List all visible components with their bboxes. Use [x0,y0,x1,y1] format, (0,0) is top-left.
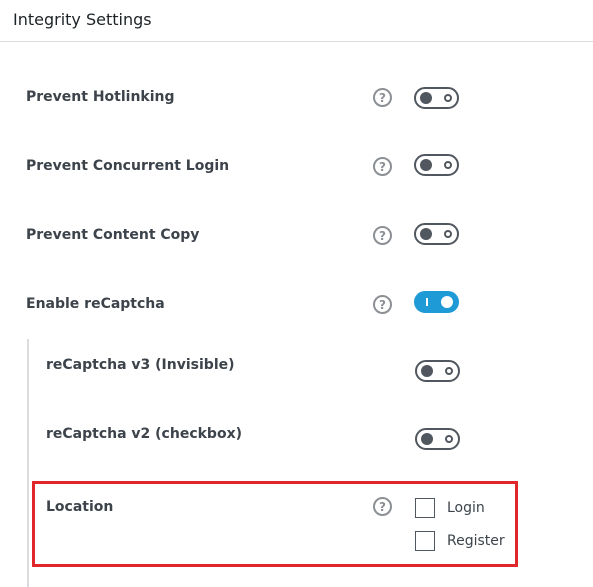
recaptcha-v2-label: reCaptcha v2 (checkbox) [46,426,242,442]
toggle-off-indicator [444,94,452,102]
prevent-concurrent-login-help-icon[interactable]: ? [373,157,392,176]
toggle-off-indicator [444,230,452,238]
register-checkbox-label: Register [447,533,505,549]
toggle-knob [421,365,433,377]
register-checkbox[interactable] [415,531,435,551]
toggle-off-indicator [444,161,452,169]
recaptcha-v3-toggle[interactable] [415,360,460,382]
toggle-knob [420,159,432,171]
toggle-on-indicator [426,298,428,306]
prevent-content-copy-help-icon[interactable]: ? [373,226,392,245]
prevent-concurrent-login-toggle[interactable] [414,154,459,176]
sub-settings-divider [27,339,29,587]
toggle-off-indicator [445,367,453,375]
prevent-content-copy-toggle[interactable] [414,223,459,245]
toggle-knob [420,92,432,104]
location-help-icon[interactable]: ? [373,497,392,516]
location-highlight-box [32,481,518,567]
prevent-hotlinking-help-icon[interactable]: ? [373,88,392,107]
login-checkbox-label: Login [447,500,485,516]
toggle-off-indicator [445,435,453,443]
prevent-content-copy-label: Prevent Content Copy [26,227,200,243]
prevent-hotlinking-toggle[interactable] [414,87,459,109]
location-label: Location [46,499,114,515]
recaptcha-v2-toggle[interactable] [415,428,460,450]
settings-header: Integrity Settings [0,0,593,42]
toggle-knob [420,228,432,240]
location-option-login[interactable]: Login [415,498,485,518]
location-option-register[interactable]: Register [415,531,505,551]
page-title: Integrity Settings [13,10,152,29]
login-checkbox[interactable] [415,498,435,518]
recaptcha-v3-label: reCaptcha v3 (Invisible) [46,357,235,373]
prevent-hotlinking-label: Prevent Hotlinking [26,89,175,105]
toggle-knob [441,296,453,308]
prevent-concurrent-login-label: Prevent Concurrent Login [26,158,230,174]
toggle-knob [421,433,433,445]
enable-recaptcha-toggle[interactable] [414,291,459,313]
enable-recaptcha-label: Enable reCaptcha [26,296,165,312]
enable-recaptcha-help-icon[interactable]: ? [373,295,392,314]
